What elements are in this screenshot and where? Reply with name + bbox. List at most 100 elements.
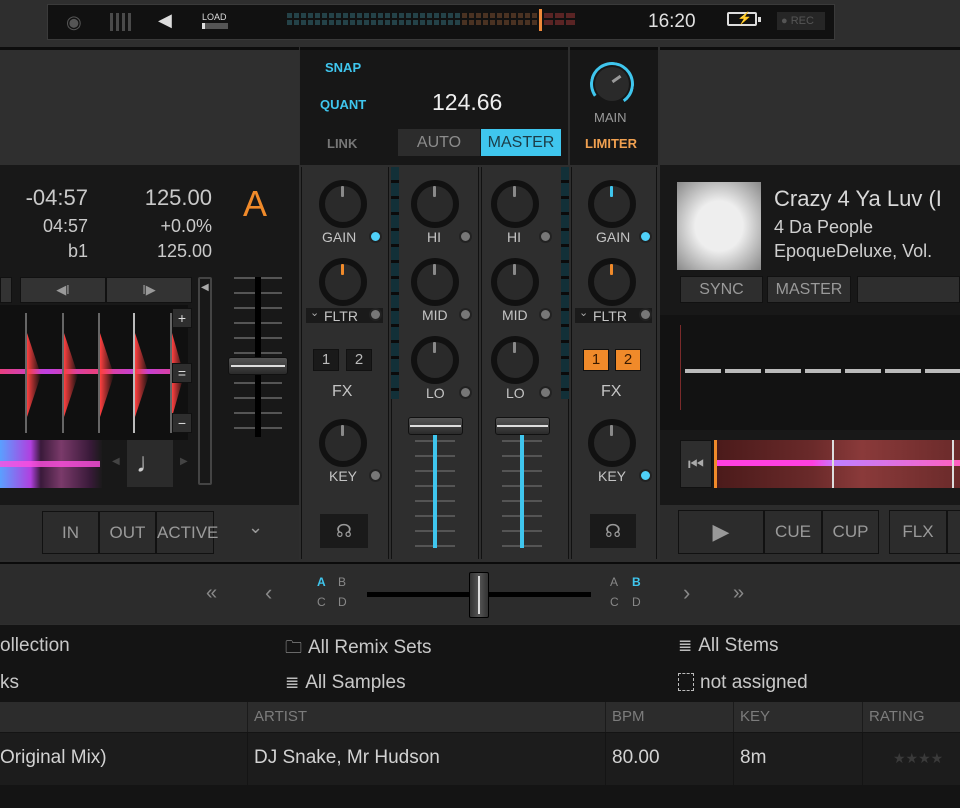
deck-a-pitch-range[interactable] <box>198 277 212 485</box>
tempo-fader-handle[interactable] <box>228 357 288 375</box>
gain-knob-a[interactable] <box>319 180 367 228</box>
snap-toggle[interactable]: SNAP <box>325 60 361 75</box>
column-bpm[interactable]: BPM <box>605 702 733 732</box>
filter-knob-b[interactable] <box>588 258 636 306</box>
gain-knob-b[interactable] <box>588 180 636 228</box>
left-assign-d[interactable]: D <box>338 595 347 609</box>
cup-button[interactable]: CUP <box>822 510 879 554</box>
link-toggle[interactable]: LINK <box>327 136 357 151</box>
zoom-out-button[interactable]: − <box>172 413 192 433</box>
prev-icon[interactable]: ‹ <box>265 580 272 606</box>
gain-led-a[interactable] <box>369 230 382 243</box>
eq-mid-kill-b[interactable] <box>539 308 552 321</box>
next-beat-icon[interactable]: ▶ <box>180 456 188 467</box>
eq-hi-kill-a[interactable] <box>459 230 472 243</box>
beatjump-forward-button[interactable]: I▶ <box>106 277 192 303</box>
page-back-icon[interactable]: « <box>206 582 217 605</box>
column-artist[interactable]: ARTIST <box>247 702 605 732</box>
filter-led-b[interactable] <box>639 308 652 321</box>
browser-item-stems[interactable]: ≣ All Stems <box>678 635 779 657</box>
collapse-arrow-icon[interactable]: ◀ <box>201 282 209 293</box>
chevron-down-icon[interactable]: ⌄ <box>248 517 263 538</box>
main-volume-knob[interactable] <box>595 67 629 101</box>
gain-led-b[interactable] <box>639 230 652 243</box>
browser-item-samples[interactable]: ≣ All Samples <box>285 672 406 694</box>
deck-a-left-edge-button[interactable] <box>0 277 12 303</box>
jump-to-start-button[interactable]: ⏮ <box>680 440 712 488</box>
table-row[interactable]: Original Mix) DJ Snake, Mr Hudson 80.00 … <box>0 733 960 785</box>
eq-mid-knob-b[interactable] <box>491 258 539 306</box>
master-button[interactable]: MASTER <box>481 129 561 156</box>
cell-rating[interactable]: ★★★★ <box>862 733 960 785</box>
fx2-button-a[interactable]: 2 <box>346 349 372 371</box>
fx2-button-b[interactable]: 2 <box>615 349 641 371</box>
headphone-cue-a[interactable]: ☊ <box>320 514 368 548</box>
fx1-button-a[interactable]: 1 <box>313 349 339 371</box>
eq-hi-knob-b[interactable] <box>491 180 539 228</box>
eq-mid-kill-a[interactable] <box>459 308 472 321</box>
table-row-partial[interactable] <box>0 786 960 808</box>
quant-toggle[interactable]: QUANT <box>320 97 366 112</box>
volume-fader-handle-b[interactable] <box>495 417 550 435</box>
eq-lo-knob-b[interactable] <box>491 336 539 384</box>
record-button[interactable]: ● REC <box>777 12 825 30</box>
loop-active-button[interactable]: ACTIVE <box>156 511 218 554</box>
master-tempo[interactable]: 124.66 <box>432 89 502 116</box>
page-forward-icon[interactable]: » <box>733 582 744 605</box>
loop-out-button[interactable]: OUT <box>99 511 156 554</box>
eq-mid-knob-a[interactable] <box>411 258 459 306</box>
limiter-toggle[interactable]: LIMITER <box>585 136 637 151</box>
eq-hi-knob-a[interactable] <box>411 180 459 228</box>
flux-button[interactable]: FLX <box>889 510 947 554</box>
deck-b-extra-button[interactable] <box>857 276 960 303</box>
key-knob-a[interactable] <box>319 419 367 467</box>
fx1-button-b[interactable]: 1 <box>583 349 609 371</box>
beatjump-back-button[interactable]: ◀I <box>20 277 106 303</box>
headphone-cue-b[interactable]: ☊ <box>590 514 636 548</box>
deck-a-overview-waveform[interactable] <box>0 440 102 488</box>
deck-a-waveform[interactable] <box>0 305 188 440</box>
right-assign-a[interactable]: A <box>610 575 618 589</box>
column-rating[interactable]: RATING <box>862 702 960 732</box>
browser-item-tracks[interactable]: ks <box>0 672 19 694</box>
midi-icon[interactable]: ◉ <box>66 12 82 33</box>
filter-knob-a[interactable] <box>319 258 367 306</box>
eq-lo-knob-a[interactable] <box>411 336 459 384</box>
left-assign-a[interactable]: A <box>317 575 326 589</box>
column-title[interactable] <box>0 702 247 732</box>
deck-b-more-button[interactable] <box>947 510 960 554</box>
zoom-in-button[interactable]: + <box>172 308 192 328</box>
right-assign-c[interactable]: C <box>610 595 619 609</box>
eq-lo-kill-a[interactable] <box>459 386 472 399</box>
mixer-icon[interactable] <box>110 13 132 31</box>
browser-item-collection[interactable]: ollection <box>0 635 70 657</box>
next-icon[interactable]: › <box>683 580 690 606</box>
volume-fader-handle-a[interactable] <box>408 417 463 435</box>
deck-b-waveform[interactable] <box>660 315 960 430</box>
eq-hi-kill-b[interactable] <box>539 230 552 243</box>
play-button[interactable]: ▶ <box>678 510 764 554</box>
key-led-a[interactable] <box>369 469 382 482</box>
loop-in-button[interactable]: IN <box>42 511 99 554</box>
zoom-reset-button[interactable]: = <box>172 363 192 383</box>
cue-button[interactable]: CUE <box>764 510 822 554</box>
key-led-b[interactable] <box>639 469 652 482</box>
column-key[interactable]: KEY <box>733 702 862 732</box>
eq-lo-kill-b[interactable] <box>539 386 552 399</box>
browser-item-not-assigned[interactable]: not assigned <box>678 672 808 694</box>
auto-button[interactable]: AUTO <box>398 129 480 156</box>
deck-b-master-button[interactable]: MASTER <box>767 276 851 303</box>
sync-button[interactable]: SYNC <box>680 276 763 303</box>
prev-beat-icon[interactable]: ◀ <box>112 456 120 467</box>
crossfader-handle[interactable] <box>469 572 489 618</box>
right-assign-b[interactable]: B <box>632 575 641 589</box>
browser-item-remix-sets[interactable]: 🗀 All Remix Sets <box>285 635 432 664</box>
filter-led-a[interactable] <box>369 308 382 321</box>
quantize-note-icon[interactable]: ♩ <box>127 440 173 487</box>
left-assign-c[interactable]: C <box>317 595 326 609</box>
key-knob-b[interactable] <box>588 419 636 467</box>
left-assign-b[interactable]: B <box>338 575 346 589</box>
speaker-icon[interactable]: ◀ <box>158 10 172 31</box>
right-assign-d[interactable]: D <box>632 595 641 609</box>
deck-b-overview-waveform[interactable] <box>714 440 960 488</box>
